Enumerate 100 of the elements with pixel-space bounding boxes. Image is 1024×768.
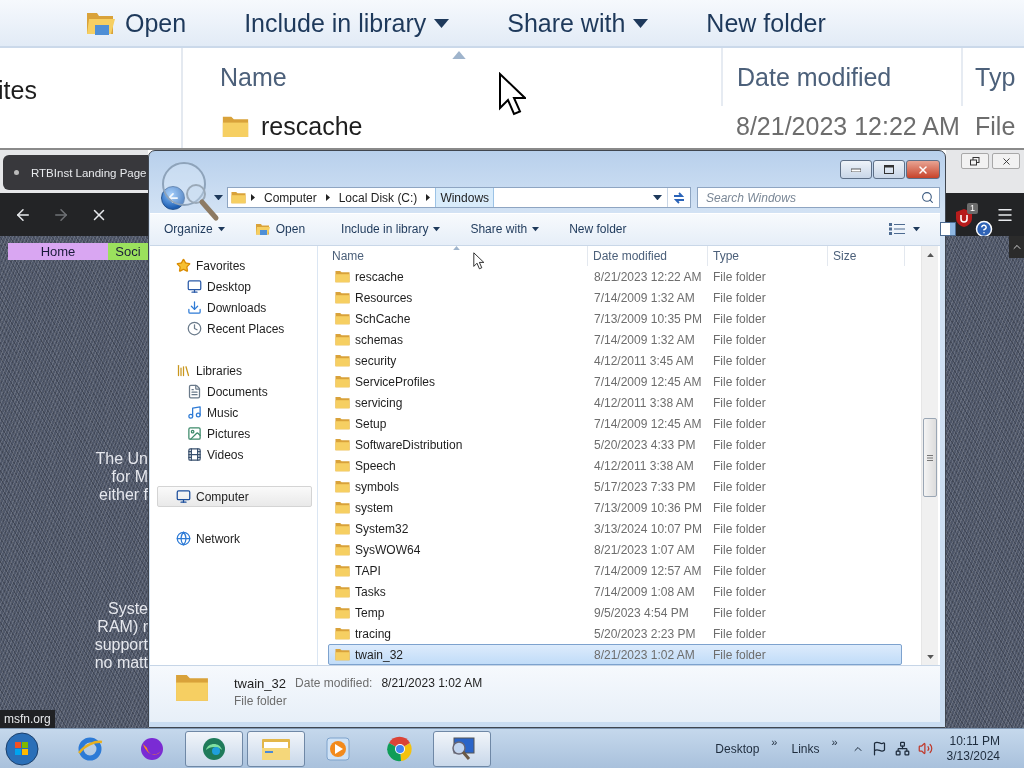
date-modified: 4/12/2011 3:38 AM: [594, 395, 694, 410]
toolbar-button[interactable]: Include in library: [244, 8, 450, 38]
flag-icon[interactable]: [871, 741, 887, 756]
toolbar-button[interactable]: Open: [85, 7, 187, 39]
network-icon[interactable]: [894, 741, 910, 756]
file-name: twain_32: [355, 647, 404, 662]
browser-tab[interactable]: RTBInst Landing Page: [3, 155, 148, 190]
minimize-button[interactable]: [840, 160, 872, 179]
file-name: rescache: [355, 269, 404, 284]
file-name: security: [355, 353, 397, 368]
folder-icon: [335, 333, 350, 347]
toolbar-button[interactable]: Share with: [507, 8, 649, 38]
file-row[interactable]: SoftwareDistribution 5/20/2023 4:33 PM File folder: [328, 434, 902, 456]
file-row[interactable]: twain_32 8/21/2023 1:02 AM File folder: [328, 644, 902, 666]
nav-item[interactable]: Videos: [157, 444, 312, 466]
fox-icon: [139, 735, 165, 762]
file-row[interactable]: security 4/12/2011 3:45 AM File folder: [328, 350, 902, 372]
nav-link[interactable]: Soci: [108, 243, 148, 260]
file-row[interactable]: system 7/13/2009 10:36 PM File folder: [328, 497, 902, 519]
file-row[interactable]: System32 3/13/2024 10:07 PM File folder: [328, 518, 902, 540]
large-folder-icon: [175, 673, 209, 703]
nav-item[interactable]: Favorites: [157, 255, 312, 277]
toolbar-link[interactable]: Desktop »: [715, 741, 778, 756]
column-header[interactable]: Typ: [963, 48, 1024, 106]
toolbar-link[interactable]: Links »: [791, 741, 838, 756]
column-header[interactable]: Date modified: [723, 48, 963, 106]
scroll-thumb[interactable]: [923, 418, 937, 498]
nav-item[interactable]: Network: [157, 528, 312, 550]
back-button[interactable]: [161, 185, 185, 210]
file-name: symbols: [355, 479, 399, 494]
history-button[interactable]: [214, 195, 223, 201]
close-button[interactable]: [906, 160, 940, 179]
file-type: File folder: [713, 290, 766, 305]
nav-item[interactable]: Computer: [157, 486, 312, 508]
download-icon: [187, 300, 202, 316]
nav-item[interactable]: Desktop: [157, 276, 312, 298]
nav-item[interactable]: ites: [0, 76, 181, 105]
restore-button[interactable]: [961, 153, 989, 169]
address-bar[interactable]: Computer Local Disk (C:) Windows: [227, 187, 691, 209]
breadcrumb[interactable]: Local Disk (C:): [334, 188, 422, 208]
breadcrumb[interactable]: Computer: [260, 188, 321, 208]
nav-item[interactable]: Pictures: [157, 423, 312, 445]
file-row[interactable]: Setup 7/14/2009 12:45 AM File folder: [328, 413, 902, 435]
file-row[interactable]: Speech 4/12/2011 3:38 AM File folder: [328, 455, 902, 477]
file-row[interactable]: TAPI 7/14/2009 12:57 AM File folder: [328, 560, 902, 582]
globe-icon: [176, 531, 191, 547]
nav-item[interactable]: Recent Places: [157, 318, 312, 340]
toolbar-button[interactable]: New folder: [706, 8, 826, 38]
file-row[interactable]: schemas 7/14/2009 1:32 AM File folder: [328, 329, 902, 351]
file-name: SysWOW64: [355, 542, 421, 557]
column-header[interactable]: Date modified: [588, 246, 708, 267]
folder-icon: [335, 585, 350, 599]
file-row[interactable]: tracing 5/20/2023 2:23 PM File folder: [328, 623, 902, 645]
nav-item[interactable]: Documents: [157, 381, 312, 403]
preview-pane-button[interactable]: [939, 222, 956, 237]
folder-icon: [335, 396, 350, 410]
taskbar-button[interactable]: [247, 730, 305, 767]
file-row[interactable]: servicing 4/12/2011 3:38 AM File folder: [328, 392, 902, 414]
toolbar-button[interactable]: Organize: [164, 222, 255, 237]
toolbar-button[interactable]: Open: [254, 221, 342, 238]
file-name: rescache: [261, 111, 363, 141]
column-header[interactable]: Type: [708, 246, 828, 267]
file-row[interactable]: Temp 9/5/2023 4:54 PM File folder: [328, 602, 902, 624]
scrollbar[interactable]: [921, 246, 938, 666]
file-row[interactable]: symbols 5/17/2023 7:33 PM File folder: [328, 476, 902, 498]
extension-button[interactable]: 1: [956, 202, 978, 227]
toolbar-button[interactable]: New folder: [569, 222, 647, 237]
restore-icon: [970, 156, 980, 166]
date-modified: 4/12/2011 3:45 AM: [594, 353, 694, 368]
file-row[interactable]: rescache 8/21/2023 12:22 AM File folder: [328, 266, 902, 288]
clock[interactable]: 10:11 PM 3/13/2024: [946, 733, 1000, 764]
file-row[interactable]: SchCache 7/13/2009 10:35 PM File folder: [328, 308, 902, 330]
maximize-button[interactable]: [873, 160, 905, 179]
caret-icon: [434, 18, 450, 28]
start-orb-icon: [5, 731, 39, 766]
caret-icon: [653, 195, 662, 201]
taskbar-button[interactable]: [185, 730, 243, 767]
nav-link[interactable]: Home: [8, 243, 108, 260]
search-field[interactable]: Search Windows: [697, 187, 940, 209]
toolbar-button[interactable]: Share with: [470, 222, 570, 237]
toolbar-button[interactable]: Include in library: [341, 222, 471, 237]
column-header[interactable]: Size: [828, 246, 905, 267]
nav-item[interactable]: Downloads: [157, 297, 312, 319]
view-options-button[interactable]: [888, 223, 920, 236]
nav-item[interactable]: Music: [157, 402, 312, 424]
file-row[interactable]: Resources 7/14/2009 1:32 AM File folder: [328, 287, 902, 309]
date-modified: 7/14/2009 1:32 AM: [594, 332, 695, 347]
nav-item[interactable]: Libraries: [157, 360, 312, 382]
file-row[interactable]: SysWOW64 8/21/2023 1:07 AM File folder: [328, 539, 902, 561]
file-type: File folder: [713, 311, 766, 326]
speaker-muted-icon[interactable]: [917, 741, 933, 756]
start-button[interactable]: [2, 729, 42, 768]
taskbar-button[interactable]: [433, 730, 491, 767]
file-row[interactable]: Tasks 7/14/2009 1:08 AM File folder: [328, 581, 902, 603]
breadcrumb[interactable]: Windows: [435, 188, 495, 208]
paragraph-line: The Un: [94, 450, 148, 468]
close-icon: [917, 163, 929, 176]
file-type: File folder: [713, 542, 766, 557]
file-row[interactable]: ServiceProfiles 7/14/2009 12:45 AM File folder: [328, 371, 902, 393]
scroll-up-button[interactable]: [1009, 236, 1024, 258]
